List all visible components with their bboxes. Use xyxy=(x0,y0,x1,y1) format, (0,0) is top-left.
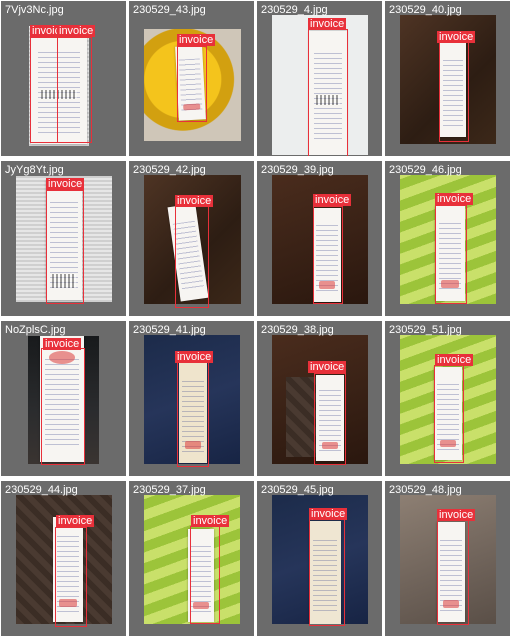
detection-box xyxy=(46,190,84,304)
tile-filename: 7Vjv3Nc.jpg xyxy=(5,4,64,16)
tile-filename: 230529_4.jpg xyxy=(261,4,328,16)
image-tile[interactable]: invoice 230529_45.jpg xyxy=(257,481,382,636)
image-tile[interactable]: invoice 230529_46.jpg xyxy=(385,161,510,316)
tile-filename: 230529_37.jpg xyxy=(133,484,206,496)
tile-filename: 230529_40.jpg xyxy=(389,4,462,16)
tile-filename: 230529_44.jpg xyxy=(5,484,78,496)
detection-box xyxy=(55,527,87,627)
detection-label: invoice xyxy=(43,338,82,350)
tile-filename: 230529_42.jpg xyxy=(133,164,206,176)
tile-filename: 230529_38.jpg xyxy=(261,324,334,336)
tile-filename: 230529_39.jpg xyxy=(261,164,334,176)
image-tile[interactable]: invoice invoice 7Vjv3Nc.jpg xyxy=(1,1,126,156)
image-tile[interactable]: invoice 230529_51.jpg xyxy=(385,321,510,476)
detection-label: invoice xyxy=(56,515,95,527)
detection-label: invoice xyxy=(175,195,214,207)
image-tile[interactable]: invoice 230529_38.jpg xyxy=(257,321,382,476)
detection-label: invoice xyxy=(57,25,96,37)
image-tile[interactable]: invoice 230529_4.jpg xyxy=(257,1,382,156)
image-tile[interactable]: invoice 230529_42.jpg xyxy=(129,161,254,316)
detection-box xyxy=(41,348,85,465)
detection-label: invoice xyxy=(435,354,474,366)
detection-label: invoice xyxy=(46,178,85,190)
detection-box xyxy=(313,206,343,304)
detection-box xyxy=(308,29,348,156)
detection-label: invoice xyxy=(437,31,476,43)
detection-label: invoice xyxy=(435,193,474,205)
detection-box xyxy=(314,373,346,465)
image-tile[interactable]: invoice 230529_44.jpg xyxy=(1,481,126,636)
detection-box xyxy=(435,205,467,304)
detection-box xyxy=(57,37,92,143)
tile-filename: 230529_43.jpg xyxy=(133,4,206,16)
tile-filename: 230529_41.jpg xyxy=(133,324,206,336)
tile-filename: NoZplsC.jpg xyxy=(5,324,66,336)
detection-label: invoice xyxy=(177,34,216,46)
image-tile[interactable]: invoice NoZplsC.jpg xyxy=(1,321,126,476)
detection-label: invoice xyxy=(308,361,347,373)
image-tile[interactable]: invoice 230529_43.jpg xyxy=(129,1,254,156)
detection-label: invoice xyxy=(313,194,352,206)
image-tile[interactable]: invoice 230529_40.jpg xyxy=(385,1,510,156)
tile-filename: 230529_46.jpg xyxy=(389,164,462,176)
image-tile[interactable]: invoice 230529_39.jpg xyxy=(257,161,382,316)
detection-box xyxy=(437,520,469,625)
tile-filename: 230529_48.jpg xyxy=(389,484,462,496)
detection-label: invoice xyxy=(175,351,214,363)
detection-label: invoice xyxy=(191,515,230,527)
tile-filename: 230529_51.jpg xyxy=(389,324,462,336)
detection-box xyxy=(434,365,464,463)
detection-label: invoice xyxy=(309,508,348,520)
detection-box xyxy=(309,519,345,626)
detection-label: invoice xyxy=(308,18,347,30)
image-tile[interactable]: invoice JyYg8Yt.jpg xyxy=(1,161,126,316)
image-tile[interactable]: invoice 230529_41.jpg xyxy=(129,321,254,476)
detection-box xyxy=(30,37,58,143)
image-tile[interactable]: invoice 230529_48.jpg xyxy=(385,481,510,636)
detection-box xyxy=(177,361,209,467)
detection-box xyxy=(175,206,209,308)
image-grid: invoice invoice 7Vjv3Nc.jpg invoice 2305… xyxy=(0,0,512,640)
detection-box xyxy=(439,42,469,142)
detection-box xyxy=(177,46,207,122)
image-tile[interactable]: invoice 230529_37.jpg xyxy=(129,481,254,636)
detection-label: invoice xyxy=(437,509,476,521)
tile-filename: 230529_45.jpg xyxy=(261,484,334,496)
detection-box xyxy=(190,526,220,624)
tile-filename: JyYg8Yt.jpg xyxy=(5,164,64,176)
